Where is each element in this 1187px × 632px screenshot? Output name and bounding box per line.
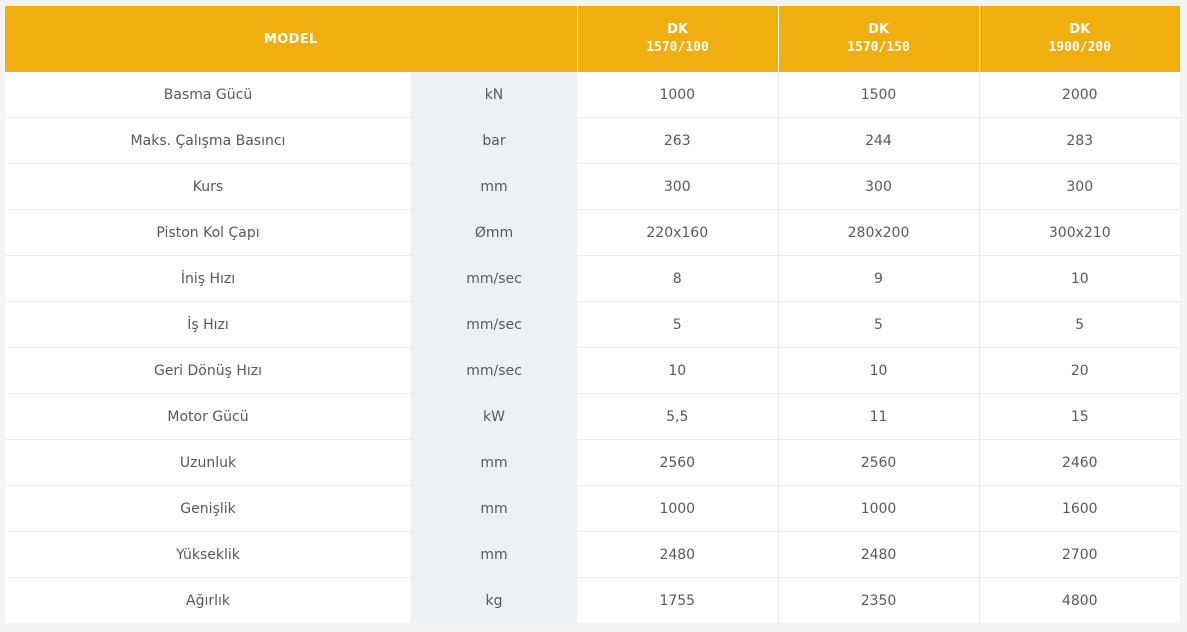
spec-unit: mm/sec xyxy=(411,347,578,394)
spec-table-body: Basma Gücü kN 1000 1500 2000 Maks. Çalışma Ba… xyxy=(5,72,1181,623)
spec-table: MODEL DK 1570/100 DK 1570/150 DK 1900/20… xyxy=(5,6,1181,623)
model-header: MODEL xyxy=(5,6,578,72)
spec-row: Piston Kol Çapı Ømm 220x160 280x200 300x210 xyxy=(5,209,1181,256)
spec-value: 5,5 xyxy=(577,393,779,440)
spec-value: 1755 xyxy=(659,592,696,609)
spec-unit: mm xyxy=(411,163,578,210)
spec-value: 2700 xyxy=(978,531,1181,578)
spec-unit: mm xyxy=(411,531,578,578)
spec-value: 5 xyxy=(577,301,779,348)
spec-row: Basma Gücü kN 1000 1500 2000 xyxy=(5,72,1181,118)
spec-label: Motor Gücü xyxy=(5,393,411,440)
spec-label: Uzunluk xyxy=(5,439,411,486)
spec-label: Kurs xyxy=(5,163,411,210)
model-column-header: DK 1570/100 xyxy=(576,6,779,72)
spec-value: 1000 xyxy=(577,72,779,118)
header-row: MODEL DK 1570/100 DK 1570/150 DK 1900/20… xyxy=(5,6,1181,72)
spec-row: Genişlik mm 1000 1000 1600 xyxy=(5,485,1181,532)
model-name: DK xyxy=(667,22,688,37)
spec-row: Uzunluk mm 2560 2560 2460 xyxy=(5,439,1181,486)
spec-value: 263 xyxy=(577,117,779,164)
spec-value: 8 xyxy=(577,255,779,302)
model-code: 1900/200 xyxy=(1048,40,1112,55)
spec-value: 5 xyxy=(978,301,1181,348)
spec-unit: Ømm xyxy=(411,209,578,256)
spec-row: Geri Dönüş Hızı mm/sec 10 10 20 xyxy=(5,347,1181,394)
model-column-header: DK 1570/150 xyxy=(777,6,980,72)
spec-unit: mm xyxy=(411,485,578,532)
spec-unit: mm/sec xyxy=(411,301,578,348)
spec-value: 10 xyxy=(777,347,980,394)
spec-row: Maks. Çalışma Basıncı bar 263 244 283 xyxy=(5,117,1181,164)
spec-table-header: MODEL DK 1570/100 DK 1570/150 DK 1900/20… xyxy=(5,6,1181,72)
model-name: DK xyxy=(1069,22,1091,37)
spec-value: 10 xyxy=(978,255,1181,302)
model-name: DK xyxy=(868,22,889,37)
spec-value: 2000 xyxy=(978,72,1181,118)
spec-value: 20 xyxy=(978,347,1181,394)
model-code: 1570/150 xyxy=(847,40,910,55)
spec-value: 9 xyxy=(777,255,980,302)
spec-value: 1000 xyxy=(777,485,980,532)
spec-value: 2560 xyxy=(777,439,980,486)
spec-value: 300x210 xyxy=(978,209,1181,256)
spec-value: 300 xyxy=(577,163,779,210)
spec-value: 244 xyxy=(777,117,980,164)
spec-unit: kg xyxy=(411,577,578,623)
spec-value: 11 xyxy=(777,393,980,440)
spec-label: Genişlik xyxy=(5,485,411,532)
spec-table-container: MODEL DK 1570/100 DK 1570/150 DK 1900/20… xyxy=(5,6,1181,623)
spec-value: 1600 xyxy=(978,485,1181,532)
spec-value: 15 xyxy=(978,393,1181,440)
spec-value: 1500 xyxy=(777,72,980,118)
spec-label: Ağırlık xyxy=(186,592,230,609)
spec-value: 300 xyxy=(978,163,1181,210)
spec-value: 10 xyxy=(577,347,779,394)
spec-value: 2560 xyxy=(577,439,779,486)
spec-label: İniş Hızı xyxy=(5,255,411,302)
spec-label: Yükseklik xyxy=(5,531,411,578)
spec-row: İş Hızı mm/sec 5 5 5 xyxy=(5,301,1181,348)
spec-value: 2460 xyxy=(978,439,1181,486)
spec-label: Geri Dönüş Hızı xyxy=(5,347,411,394)
spec-unit: kN xyxy=(411,72,578,118)
spec-row: Kurs mm 300 300 300 xyxy=(5,163,1181,210)
spec-value: 2480 xyxy=(777,531,980,578)
spec-value: 1000 xyxy=(577,485,779,532)
spec-label: İş Hızı xyxy=(5,301,411,348)
spec-row: Ağırlık kg 1755 2350 4800 xyxy=(5,577,1181,623)
spec-row: Yükseklik mm 2480 2480 2700 xyxy=(5,531,1181,578)
spec-unit: mm/sec xyxy=(411,255,578,302)
spec-unit: bar xyxy=(411,117,578,164)
spec-value: 300 xyxy=(777,163,980,210)
spec-value: 4800 xyxy=(978,577,1181,623)
model-column-header: DK 1900/200 xyxy=(978,6,1181,72)
spec-row: Motor Gücü kW 5,5 11 15 xyxy=(5,393,1181,440)
spec-label: Basma Gücü xyxy=(5,72,411,118)
spec-label: Piston Kol Çapı xyxy=(5,209,411,256)
spec-unit: mm xyxy=(411,439,578,486)
model-code: 1570/100 xyxy=(646,40,709,55)
spec-value: 280x200 xyxy=(777,209,980,256)
spec-value: 5 xyxy=(777,301,980,348)
spec-value: 2480 xyxy=(577,531,779,578)
spec-row: İniş Hızı mm/sec 8 9 10 xyxy=(5,255,1181,302)
spec-unit: kW xyxy=(411,393,578,440)
spec-value: 2350 xyxy=(777,577,980,623)
spec-value: 220x160 xyxy=(577,209,779,256)
spec-label: Maks. Çalışma Basıncı xyxy=(5,117,411,164)
spec-value: 283 xyxy=(978,117,1181,164)
